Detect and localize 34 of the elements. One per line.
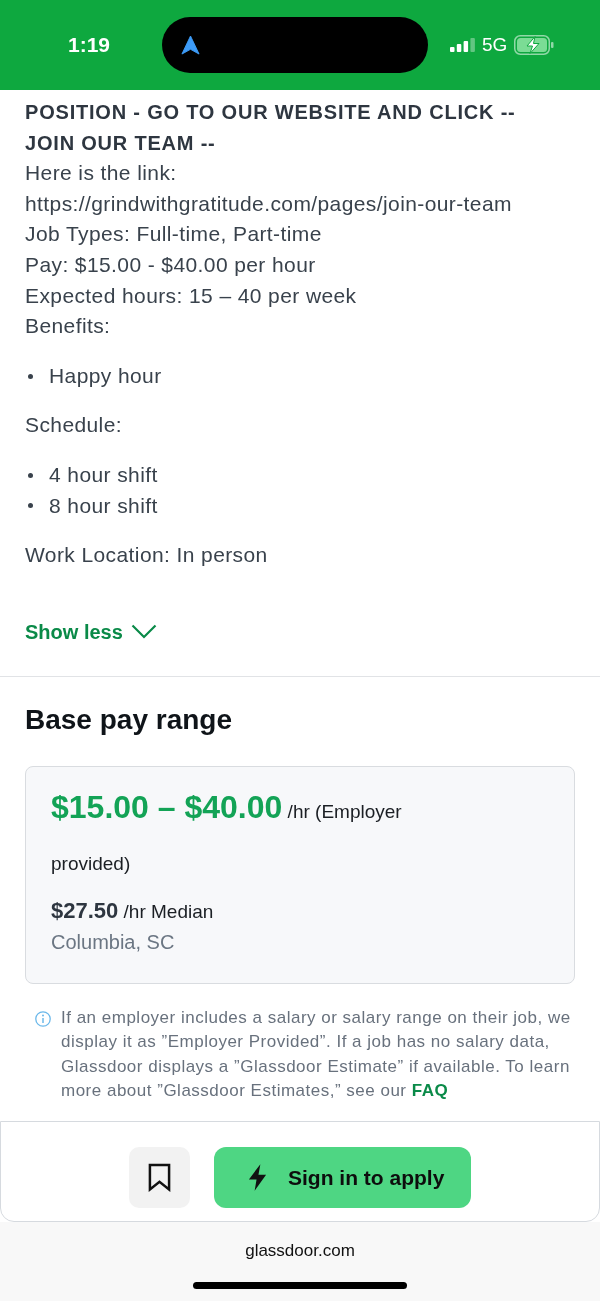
faq-link[interactable]: FAQ [411, 1081, 449, 1101]
address-bar-url[interactable]: glassdoor.com [245, 1240, 355, 1262]
location-arrow-icon [181, 34, 200, 56]
show-less-link[interactable]: Show less [25, 616, 157, 647]
section-title: Base pay range [25, 702, 233, 737]
bullet-icon [28, 373, 33, 379]
signal-icon [450, 38, 475, 52]
status-time: 1:19 [68, 33, 110, 57]
bookmark-button[interactable] [129, 1147, 190, 1208]
location-text: Columbia, SC [51, 929, 176, 955]
list-item-text: 4 hour shift [49, 461, 158, 488]
lightning-icon [247, 1164, 268, 1191]
apply-button[interactable]: Sign in to apply [214, 1147, 471, 1208]
description-line: Here is the link: [25, 160, 178, 187]
bullet-icon [28, 472, 33, 478]
salary-info-text: If an employer includes a salary or salary range on their job, we display it as ”Employer Provided”. If a job has no salary data, Glassdoor displays a ”Glassdoor Estimate” if available. To learn more about ”Glassdoor Estimates,” see our FAQ [61, 1006, 572, 1103]
description-heading: POSITION - GO TO OUR WEBSITE AND CLICK -- JOIN OUR TEAM -- [25, 100, 517, 156]
pay-range-text: $15.00 – $40.00 /hr (Employer provided) [51, 787, 403, 876]
chevron-down-icon [130, 624, 157, 640]
description-line: Pay: $15.00 - $40.00 per hour [25, 251, 317, 278]
bookmark-icon [148, 1163, 171, 1192]
info-icon [35, 1010, 51, 1027]
bullet-icon [28, 503, 33, 509]
list-item-text: 8 hour shift [49, 492, 158, 519]
list-item-text: Happy hour [49, 362, 162, 389]
description-line: Expected hours: 15 – 40 per week [25, 282, 358, 309]
median-pay-text: $27.50 /hr Median [51, 896, 215, 925]
description-line: https://grindwithgratitude.com/pages/join-our-team [25, 190, 513, 217]
description-line: Work Location: In person [25, 542, 269, 569]
description-line: Schedule: [25, 412, 123, 439]
description-line: Benefits: [25, 313, 112, 340]
description-line: Job Types: Full-time, Part-time [25, 221, 323, 248]
battery-charging-icon [514, 35, 555, 55]
network-label: 5G [482, 34, 508, 56]
